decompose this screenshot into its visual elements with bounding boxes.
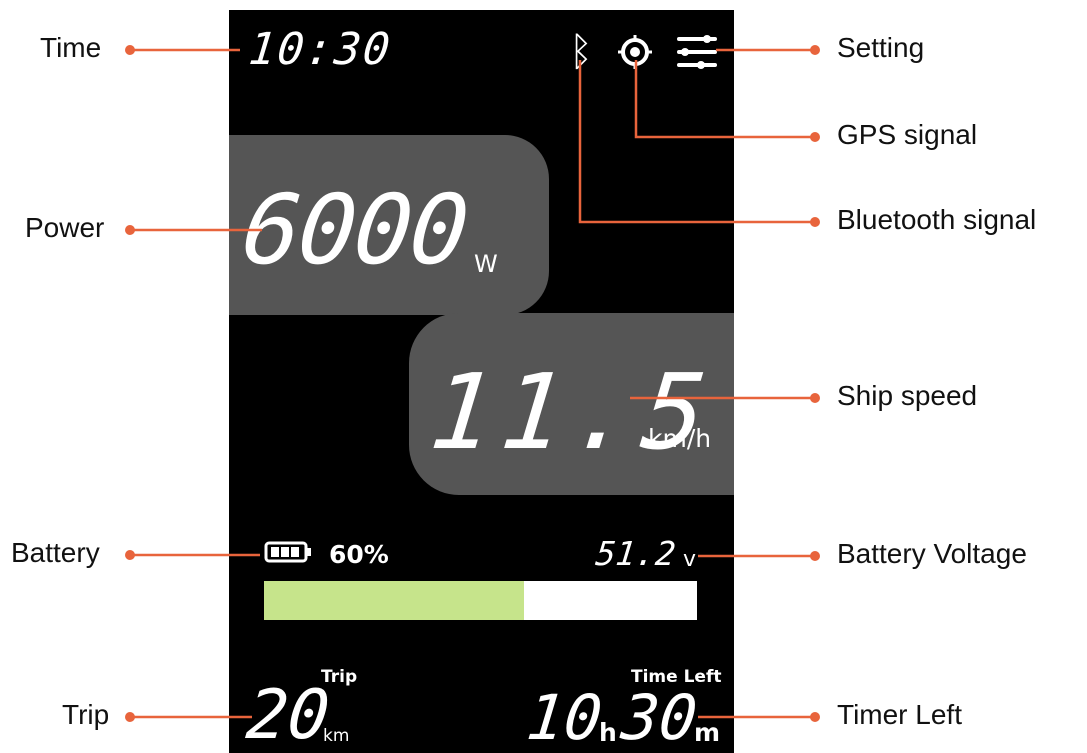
battery-percent: 60% bbox=[329, 540, 389, 569]
trip-unit: km bbox=[323, 726, 350, 746]
settings-icon[interactable] bbox=[675, 32, 719, 72]
bluetooth-icon: ᛒ bbox=[569, 29, 593, 75]
callout-time: Time bbox=[40, 32, 102, 63]
callout-battery-voltage: Battery Voltage bbox=[837, 538, 1027, 569]
power-unit: W bbox=[474, 250, 498, 278]
callout-battery: Battery bbox=[11, 537, 100, 568]
callout-ship-speed: Ship speed bbox=[837, 380, 978, 411]
trip-value: 20 bbox=[242, 676, 334, 753]
callout-timer-left: Timer Left bbox=[837, 699, 962, 730]
time-left-hours: 10 bbox=[523, 681, 606, 753]
time-left-hours-unit: h bbox=[599, 718, 617, 747]
callout-bluetooth-signal: Bluetooth signal bbox=[837, 204, 1037, 235]
callout-setting: Setting bbox=[837, 32, 925, 63]
battery-bar-fill bbox=[264, 581, 524, 620]
time-left-minutes: 30 bbox=[618, 681, 701, 753]
callout-trip: Trip bbox=[62, 699, 110, 730]
clock-display: 10:30 bbox=[246, 24, 395, 75]
dashboard-screen: 10:30 ᛒ 6000 W 11.5 km/h 60% 51.2 v Trip… bbox=[229, 10, 734, 753]
gps-icon bbox=[618, 35, 652, 69]
callout-gps-signal: GPS signal bbox=[837, 119, 978, 150]
speed-unit: km/h bbox=[648, 424, 712, 453]
voltage-value: 51.2 bbox=[593, 534, 678, 573]
battery-bar bbox=[264, 581, 697, 620]
power-value: 6000 bbox=[237, 174, 473, 286]
battery-icon bbox=[264, 541, 311, 563]
voltage-unit: v bbox=[683, 547, 697, 572]
callout-power: Power bbox=[25, 212, 105, 243]
time-left-minutes-unit: m bbox=[694, 718, 721, 747]
